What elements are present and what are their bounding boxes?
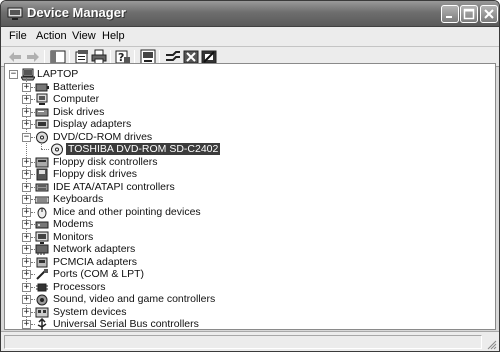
menu-action[interactable]: Action [36,30,67,42]
tree-expander[interactable]: + [22,320,31,329]
tree-expander[interactable]: − [22,132,31,142]
tree-root-label[interactable]: LAPTOP [37,68,78,80]
toolbar-separator [110,50,111,64]
resize-grip-icon[interactable] [485,338,497,350]
status-panel [4,335,482,349]
minimize-button[interactable] [441,5,459,23]
dvd-disc-icon [51,143,63,156]
menu-help[interactable]: Help [102,30,125,42]
tree-category-label[interactable]: Monitors [53,231,93,243]
tree-expander[interactable]: + [22,257,31,267]
tree-category-label[interactable]: Floppy disk controllers [53,156,157,168]
tree-expander[interactable]: + [22,182,31,192]
toolbar-separator [134,50,135,64]
tree-category-label[interactable]: DVD/CD-ROM drives [53,131,152,143]
maximize-button[interactable] [460,5,478,23]
sound-icon [36,294,48,306]
usb-icon [37,318,47,330]
dvd-drive-icon [36,131,48,143]
mouse-icon [37,207,47,218]
tree-category-label[interactable]: Batteries [53,81,94,93]
tree-expander[interactable]: + [22,245,31,254]
processor-icon [36,283,48,291]
menu-view[interactable]: View [72,30,96,42]
tree-expander[interactable]: + [22,82,31,92]
computer-icon [36,93,48,105]
tree-expander[interactable]: + [22,107,31,117]
tree-expander[interactable]: + [22,307,31,317]
close-button[interactable] [480,5,498,23]
tree-expander[interactable]: + [22,270,31,279]
toolbar-separator [159,50,160,64]
tree-category-label[interactable]: Floppy disk drives [53,168,137,180]
tree-category-label[interactable]: Ports (COM & LPT) [53,268,144,280]
tree-expander[interactable]: + [22,220,31,229]
tree-category-label[interactable]: Modems [53,218,93,230]
tree-expander[interactable]: + [22,295,31,304]
pcmcia-icon [36,257,48,267]
keyboard-icon [35,196,49,204]
tree-device-label[interactable]: TOSHIBA DVD-ROM SD-C2402 [66,143,221,155]
tree-category-label[interactable]: Display adapters [53,118,131,130]
root-expander[interactable]: − [9,70,18,79]
tree-connector [41,149,49,150]
display-adapter-icon [35,119,49,129]
tree-category-label[interactable]: Computer [53,93,99,105]
menu-file[interactable]: File [9,30,27,42]
tree-category-label[interactable]: Network adapters [53,243,135,255]
floppy-drive-icon [36,168,48,181]
tree-expander[interactable]: + [22,157,31,167]
ide-controller-icon [35,183,49,191]
toolbar-separator [69,50,70,64]
floppy-controller-icon [35,157,49,167]
tree-category-label[interactable]: Mice and other pointing devices [53,206,201,218]
device-manager-window: Device Manager File Action View Help ? −… [0,0,500,352]
tree-category-label[interactable]: Processors [53,281,106,293]
tree-category-label[interactable]: System devices [53,306,127,318]
tree-category-label[interactable]: PCMCIA adapters [53,256,137,268]
window-title: Device Manager [27,5,126,20]
device-manager-icon [7,7,23,20]
port-icon [36,269,48,280]
tree-expander[interactable]: + [22,120,31,129]
tree-expander[interactable]: + [22,95,31,104]
title-bar[interactable]: Device Manager [1,1,499,27]
device-tree[interactable]: − LAPTOP + Batteries + Computer + Disk drives… [4,63,496,330]
tree-expander[interactable]: + [22,170,31,179]
minimize-icon [446,16,452,18]
tree-category-label[interactable]: Universal Serial Bus controllers [53,318,199,330]
tree-expander[interactable]: + [22,282,31,292]
tree-expander[interactable]: + [22,195,31,204]
tree-expander[interactable]: + [22,232,31,242]
laptop-icon [21,68,35,81]
system-device-icon [35,307,49,317]
close-icon [484,9,494,19]
tree-category-label[interactable]: Sound, video and game controllers [53,293,215,305]
tree-expander[interactable]: + [22,207,31,217]
maximize-icon [463,8,475,20]
tree-category-label[interactable]: Disk drives [53,106,104,118]
battery-icon [35,83,49,91]
disk-drive-icon [35,108,49,116]
status-bar [1,331,499,351]
tree-category-label[interactable]: Keyboards [53,193,103,205]
network-adapter-icon [35,244,49,255]
menu-bar: File Action View Help [1,27,499,47]
tree-category-label[interactable]: IDE ATA/ATAPI controllers [53,181,175,193]
modem-icon [35,221,49,229]
monitor-icon [35,231,49,244]
toolbar-separator [44,50,45,64]
